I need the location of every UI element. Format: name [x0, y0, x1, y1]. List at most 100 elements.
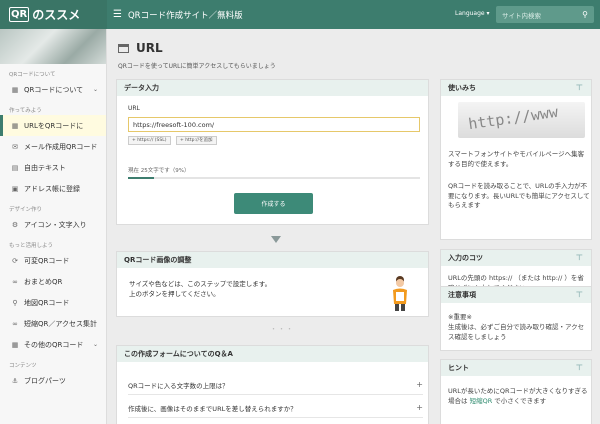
card-heading: 使いみち ⊤ [441, 80, 591, 96]
text-icon: ▤ [11, 163, 19, 172]
adjust-line: サイズや色などは、このステップで設定します。 [129, 280, 272, 288]
qr-icon: ▦ [11, 85, 19, 94]
sidebar-item-label: メール作成用QRコード [24, 142, 98, 151]
sidebar-item-text[interactable]: ▤ 自由テキスト [0, 157, 106, 178]
pin-icon: ⊤ [575, 83, 583, 92]
search-placeholder: サイト内検索 [502, 11, 541, 20]
site-logo[interactable]: QR のススメ [0, 0, 107, 29]
sidebar-item-qr-about[interactable]: ▦ QRコードについて ⌄ [0, 79, 106, 100]
short-qr-link[interactable]: 短縮QR [470, 397, 493, 405]
sidebar-item-contact[interactable]: ▣ アドレス帳に登録 [0, 178, 106, 199]
sidebar-item-label: ブログパーツ [24, 376, 66, 385]
expand-plus-icon[interactable]: + [416, 380, 423, 389]
site-title: QRコード作成サイト／無料版 [127, 10, 243, 21]
sidebar: QRコードについて ▦ QRコードについて ⌄ 作ってみよう ▦ URLをQRコ… [0, 29, 107, 424]
char-progress-fill [128, 177, 155, 179]
card-heading: QRコード画像の調整 [117, 252, 428, 268]
logo-mark: QR [9, 7, 30, 22]
create-button[interactable]: 作成する [234, 193, 313, 214]
card-heading-text: 入力のコツ [448, 254, 483, 262]
char-progress-bar [128, 177, 420, 179]
sidebar-item-mail[interactable]: ✉ メール作成用QRコード [0, 136, 106, 157]
url-illustration-text: http://www [467, 102, 560, 134]
sidebar-item-label: URLをQRコードに [24, 121, 84, 130]
language-selector[interactable]: Language ▾ [455, 10, 490, 17]
more-dots: ・・・ [270, 325, 294, 333]
sidebar-item-label: 短縮QR／アクセス集計 [24, 319, 98, 328]
sidebar-item-label: QRコードについて [24, 85, 84, 94]
url-input[interactable] [128, 117, 420, 132]
faq-row[interactable]: 作成後に、画像はそのままでURLを差し替えられますか？ + [128, 398, 423, 418]
page-subtitle: QRコードを使ってURLに簡単アクセスしてもらいましょう [118, 63, 276, 70]
sidebar-item-short-qr[interactable]: ∞ 短縮QR／アクセス集計 [0, 313, 106, 334]
card-heading: ヒント ⊤ [441, 360, 591, 376]
window-icon [118, 43, 129, 53]
image-adjust-card: QRコード画像の調整 サイズや色などは、このステップで設定します。 上のボタンを… [116, 251, 429, 317]
card-heading-text: ヒント [448, 364, 469, 372]
card-heading-text: 使いみち [448, 84, 476, 92]
adjust-line: 上のボタンを押してください。 [129, 290, 220, 298]
sidebar-item-label: 地図QRコード [24, 298, 70, 307]
sidebar-section-label: 作ってみよう [9, 108, 42, 114]
pin-icon: ⊤ [575, 363, 583, 372]
sidebar-item-bundle-qr[interactable]: ∞ おまとめQR [0, 271, 106, 292]
logo-text: のススメ [32, 8, 81, 22]
adjust-description: サイズや色などは、このステップで設定します。 上のボタンを押してください。 [129, 279, 349, 299]
search-input[interactable]: サイト内検索 ⚲ [496, 6, 594, 23]
faq-question: QRコードに入る文字数の上限は？ [128, 381, 229, 390]
pin-icon: ⊤ [575, 290, 583, 299]
qr-icon: ▦ [11, 121, 19, 130]
contact-icon: ▣ [11, 184, 19, 193]
url-label: URL [128, 105, 140, 112]
refresh-icon: ⟳ [12, 256, 18, 265]
faq-row[interactable]: QRコードに入る文字数の上限は？ + [128, 375, 423, 395]
page-title: URL [118, 41, 163, 55]
card-heading: この作成フォームについてのQ＆A [117, 346, 428, 362]
chevron-down-icon[interactable]: ⌄ [93, 341, 98, 348]
sidebar-item-map-qr[interactable]: ⚲ 地図QRコード [0, 292, 106, 313]
sidebar-item-url[interactable]: ▦ URLをQRコードに [0, 115, 106, 136]
add-http-button[interactable]: + http://を追加 [176, 136, 217, 145]
hint-text: URLが長いためにQRコードが大きくなりすぎる場合は 短縮QR で小さくできます [448, 387, 590, 406]
sidebar-item-label: その他のQRコード [24, 340, 84, 349]
person-illustration-icon [393, 276, 407, 311]
char-count: 現在 25文字です（9%） [128, 168, 190, 174]
card-heading: 入力のコツ ⊤ [441, 250, 591, 266]
faq-question: 作成後に、画像はそのままでURLを差し替えられますか？ [128, 404, 297, 413]
faq-card: この作成フォームについてのQ＆A QRコードに入る文字数の上限は？ + 作成後に… [116, 345, 429, 424]
sidebar-section-label: コンテンツ [9, 363, 37, 369]
usage-card: 使いみち ⊤ http://www スマートフォンサイトやモバイルページへ集客す… [440, 79, 592, 240]
sidebar-banner-image [0, 29, 106, 64]
hint-text-b: で小さくできます [492, 396, 547, 405]
mail-icon: ✉ [12, 142, 18, 151]
expand-plus-icon[interactable]: + [416, 403, 423, 412]
grid-icon: ▦ [11, 340, 19, 349]
sidebar-item-blog-parts[interactable]: ⚓ ブログパーツ [0, 370, 106, 391]
sidebar-section-label: もっと活用しよう [9, 243, 54, 249]
sidebar-item-icon-text[interactable]: ⚙ アイコン・文字入り [0, 214, 106, 235]
url-illustration: http://www [458, 102, 585, 138]
notes-important: ※重要※ [448, 313, 472, 321]
sidebar-item-other-qr[interactable]: ▦ その他のQRコード ⌄ [0, 334, 106, 355]
sidebar-section-label: QRコードについて [9, 72, 56, 78]
gear-icon: ⚙ [11, 220, 19, 229]
notes-text: 生成後は、必ずご自分で読み取り確認・アクセス確認をしましょう [448, 323, 585, 341]
blog-icon: ⚓ [11, 376, 19, 385]
card-heading: 注意事項 ⊤ [441, 287, 591, 303]
search-icon[interactable]: ⚲ [582, 10, 588, 19]
usage-text: スマートフォンサイトやモバイルページへ集客する目的で使えます。 [448, 150, 585, 168]
hint-card: ヒント ⊤ URLが長いためにQRコードが大きくなりすぎる場合は 短縮QR で小… [440, 359, 592, 424]
chevron-down-icon[interactable]: ⌄ [93, 86, 98, 93]
sidebar-item-label: 自由テキスト [24, 163, 66, 172]
sidebar-section-label: デザイン作り [9, 207, 43, 213]
card-heading-text: 注意事項 [448, 291, 476, 299]
sidebar-item-variable-qr[interactable]: ⟳ 可変QRコード [0, 250, 106, 271]
pin-icon: ⊤ [575, 253, 583, 262]
usage-text: QRコードを読み取ることで、URLの手入力が不要になります。長いURLでも簡単に… [448, 182, 590, 209]
page-title-text: URL [136, 41, 163, 55]
add-https-button[interactable]: + https:// (SSL) [128, 136, 171, 145]
sidebar-item-label: アイコン・文字入り [24, 220, 87, 229]
step-arrow-icon [271, 236, 281, 243]
hamburger-icon[interactable]: ☰ [113, 9, 122, 20]
pin-icon: ⚲ [12, 298, 18, 307]
